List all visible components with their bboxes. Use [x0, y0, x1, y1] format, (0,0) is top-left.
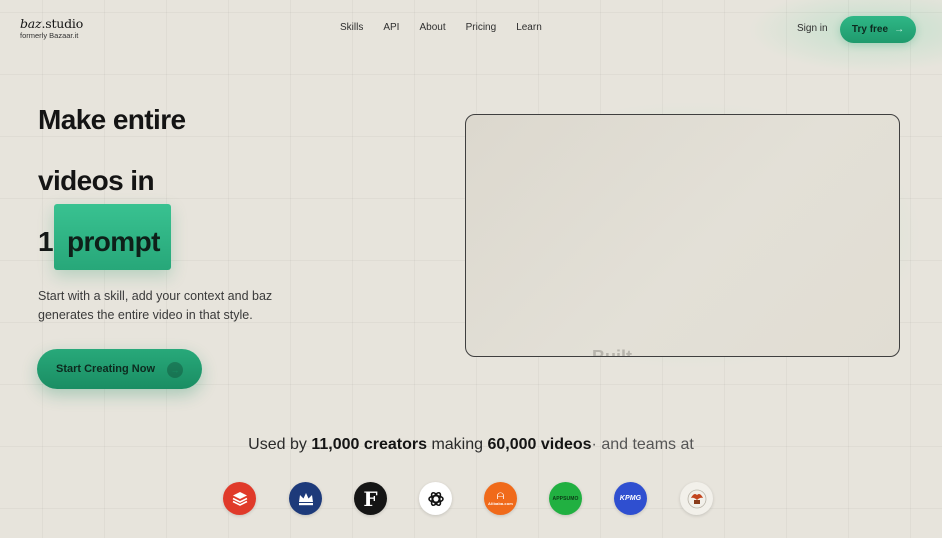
brand-subtitle: formerly Bazaar.it: [20, 31, 79, 40]
crown-crest-logo: [289, 482, 322, 515]
stats-used-by: Used by: [248, 436, 307, 453]
video-caption: Built: [592, 347, 632, 357]
hero-line-2: videos in: [38, 165, 155, 196]
brand-logo[interactable]: baz.studio formerly Bazaar.it: [20, 16, 83, 40]
kpmg-logo: KPMG: [614, 482, 647, 515]
nav-link-about[interactable]: About: [419, 22, 445, 33]
appsumo-logo: APPSUMO: [549, 482, 582, 515]
arrow-right-icon: →: [167, 362, 183, 378]
alibaba-logo: ᗩ Alibaba.com: [484, 482, 517, 515]
brand-name: baz.studio: [20, 16, 83, 31]
stats-creators: 11,000 creators: [311, 436, 427, 453]
try-free-button[interactable]: Try free →: [840, 16, 916, 43]
social-proof-stats: Used by 11,000 creators making 60,000 vi…: [0, 436, 942, 454]
brand-name-suffix: .studio: [41, 16, 84, 31]
hero-subtext: Start with a skill, add your context and…: [38, 289, 273, 322]
brand-name-prefix: baz: [20, 16, 42, 31]
emblem-icon: [687, 489, 706, 508]
top-navbar: baz.studio formerly Bazaar.it Skills API…: [0, 0, 942, 58]
nav-link-pricing[interactable]: Pricing: [466, 22, 497, 33]
crown-icon: [298, 492, 313, 505]
openai-knot-icon: [427, 491, 444, 506]
openai-logo: [419, 482, 452, 515]
arrow-right-icon: →: [894, 24, 905, 35]
emblem-crest-logo: [680, 482, 713, 515]
kpmg-text: KPMG: [619, 495, 642, 502]
alibaba-mark-icon: ᗩ: [496, 490, 505, 501]
try-free-label: Try free: [851, 24, 889, 35]
video-preview[interactable]: Built: [465, 114, 900, 357]
nav-link-api[interactable]: API: [383, 22, 399, 33]
hero-highlight-word: prompt: [67, 226, 160, 257]
stats-videos: 60,000 videos: [487, 436, 592, 453]
nav-links: Skills API About Pricing Learn: [340, 22, 562, 33]
letter-f-text: F: [363, 486, 378, 511]
appsumo-text: APPSUMO: [552, 495, 579, 502]
letter-f-logo: F: [354, 482, 387, 515]
start-creating-label: Start Creating Now: [56, 363, 156, 375]
sign-in-link[interactable]: Sign in: [797, 23, 828, 34]
nav-link-learn[interactable]: Learn: [516, 22, 542, 33]
hero-line-1: Make entire: [38, 104, 186, 135]
layers-icon: [232, 491, 247, 506]
alibaba-text: Alibaba.com: [488, 500, 513, 506]
nav-link-skills[interactable]: Skills: [340, 22, 363, 33]
stats-making: making: [431, 436, 484, 453]
layers-stack-logo: [223, 482, 256, 515]
stats-suffix: · and teams at: [591, 436, 694, 453]
hero-number: 1: [38, 226, 54, 257]
